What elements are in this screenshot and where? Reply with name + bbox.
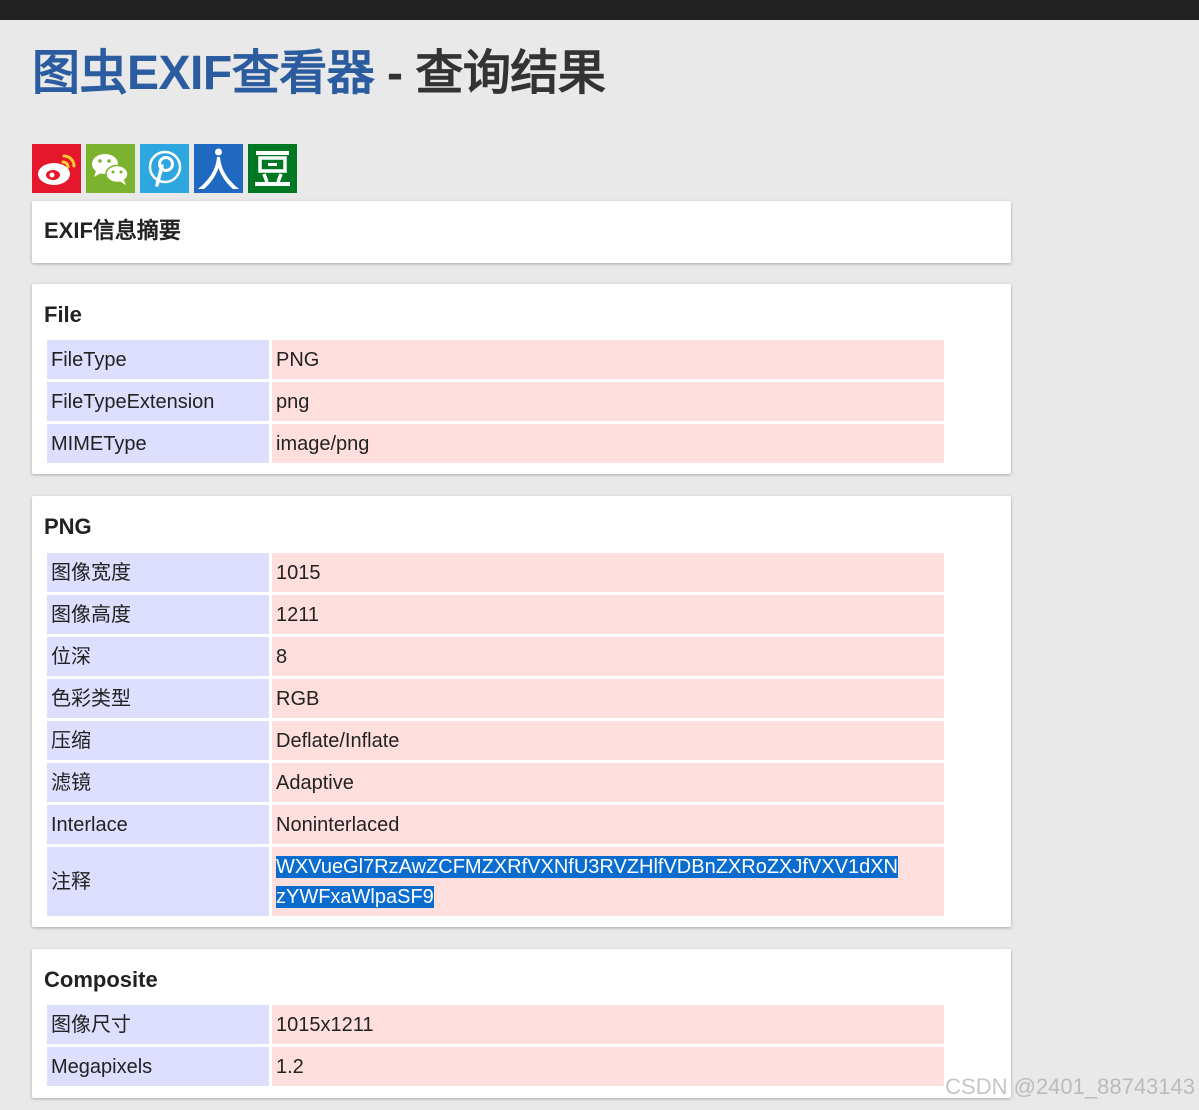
row-key: FileTypeExtension bbox=[47, 382, 269, 421]
page-title-brand[interactable]: 图虫EXIF查看器 bbox=[32, 47, 375, 100]
row-key: 图像尺寸 bbox=[47, 1005, 269, 1044]
weibo-icon[interactable] bbox=[32, 144, 81, 193]
comment-value[interactable]: WXVueGl7RzAwZCFMZXRfVXNfU3RVZHlfVDBnZXRo… bbox=[272, 847, 944, 916]
row-value: 1.2 bbox=[272, 1047, 944, 1086]
row-value: image/png bbox=[272, 424, 944, 463]
row-value: 8 bbox=[272, 637, 944, 676]
row-key: FileType bbox=[47, 340, 269, 379]
composite-card: Composite 图像尺寸 1015x1211 Megapixels 1.2 bbox=[32, 949, 1011, 1098]
selected-text-line-2[interactable]: zYWFxaWlpaSF9 bbox=[276, 885, 434, 908]
row-key: Interlace bbox=[47, 805, 269, 844]
summary-card: EXIF信息摘要 bbox=[32, 201, 1011, 263]
row-value: Deflate/Inflate bbox=[272, 721, 944, 760]
table-row: 图像高度 1211 bbox=[47, 595, 944, 634]
row-value: 1015 bbox=[272, 553, 944, 592]
wechat-icon[interactable] bbox=[86, 144, 135, 193]
row-key: 图像宽度 bbox=[47, 553, 269, 592]
row-key: 色彩类型 bbox=[47, 679, 269, 718]
table-row: 图像宽度 1015 bbox=[47, 553, 944, 592]
file-table: FileType PNG FileTypeExtension png MIMET… bbox=[44, 337, 947, 466]
selected-text-line-1[interactable]: WXVueGl7RzAwZCFMZXRfVXNfU3RVZHlfVDBnZXRo… bbox=[276, 855, 899, 878]
top-bar bbox=[0, 0, 1199, 20]
table-row: FileTypeExtension png bbox=[47, 382, 944, 421]
png-section-title: PNG bbox=[44, 514, 92, 539]
pinterest-icon[interactable] bbox=[140, 144, 189, 193]
share-buttons bbox=[32, 144, 297, 193]
row-key: 注释 bbox=[47, 847, 269, 916]
row-value: png bbox=[272, 382, 944, 421]
row-value: PNG bbox=[272, 340, 944, 379]
png-table: 图像宽度 1015 图像高度 1211 位深 8 色彩类型 RGB 压缩 Def… bbox=[44, 550, 947, 919]
row-value: 1211 bbox=[272, 595, 944, 634]
row-key: 位深 bbox=[47, 637, 269, 676]
file-card: File FileType PNG FileTypeExtension png … bbox=[32, 284, 1011, 474]
table-row: Interlace Noninterlaced bbox=[47, 805, 944, 844]
table-row: 位深 8 bbox=[47, 637, 944, 676]
row-key: 滤镜 bbox=[47, 763, 269, 802]
row-value: RGB bbox=[272, 679, 944, 718]
png-card: PNG 图像宽度 1015 图像高度 1211 位深 8 色彩类型 RGB 压缩… bbox=[32, 496, 1011, 927]
row-key: 图像高度 bbox=[47, 595, 269, 634]
file-section-title: File bbox=[44, 302, 82, 327]
row-key: 压缩 bbox=[47, 721, 269, 760]
row-key: MIMEType bbox=[47, 424, 269, 463]
douban-icon[interactable] bbox=[248, 144, 297, 193]
table-row: 注释 WXVueGl7RzAwZCFMZXRfVXNfU3RVZHlfVDBnZ… bbox=[47, 847, 944, 916]
composite-table: 图像尺寸 1015x1211 Megapixels 1.2 bbox=[44, 1002, 947, 1089]
table-row: 压缩 Deflate/Inflate bbox=[47, 721, 944, 760]
composite-section-title: Composite bbox=[44, 967, 158, 992]
table-row: 图像尺寸 1015x1211 bbox=[47, 1005, 944, 1044]
renren-icon[interactable] bbox=[194, 144, 243, 193]
table-row: FileType PNG bbox=[47, 340, 944, 379]
table-row: 滤镜 Adaptive bbox=[47, 763, 944, 802]
page-title: 图虫EXIF查看器 - 查询结果 bbox=[32, 44, 606, 104]
row-key: Megapixels bbox=[47, 1047, 269, 1086]
table-row: Megapixels 1.2 bbox=[47, 1047, 944, 1086]
row-value: 1015x1211 bbox=[272, 1005, 944, 1044]
table-row: MIMEType image/png bbox=[47, 424, 944, 463]
row-value: Noninterlaced bbox=[272, 805, 944, 844]
row-value: Adaptive bbox=[272, 763, 944, 802]
page-title-rest: - 查询结果 bbox=[374, 47, 606, 100]
summary-title: EXIF信息摘要 bbox=[44, 218, 181, 243]
table-row: 色彩类型 RGB bbox=[47, 679, 944, 718]
watermark: CSDN @2401_88743143 bbox=[945, 1074, 1195, 1099]
